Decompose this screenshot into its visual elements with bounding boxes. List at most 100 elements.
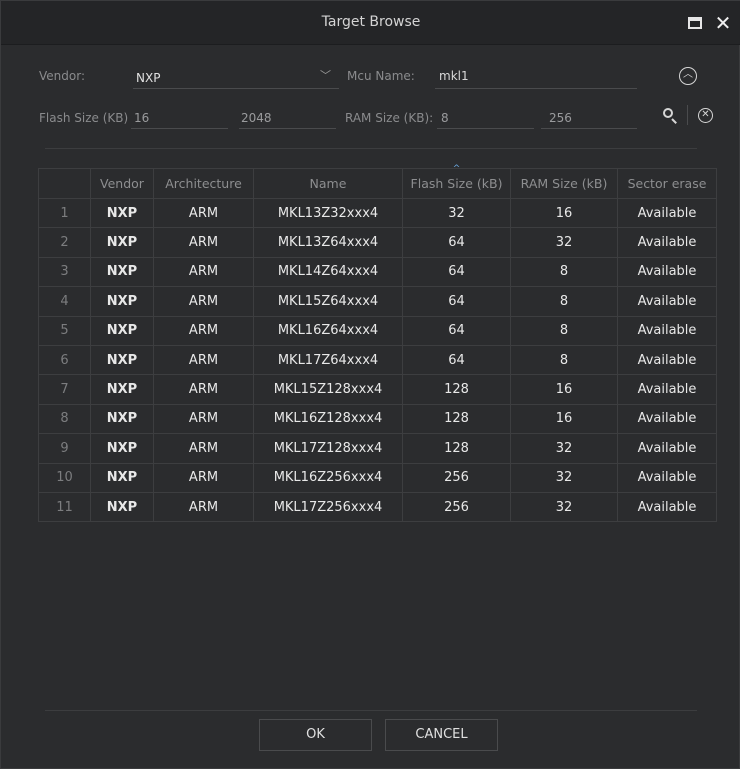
header-flash-size[interactable]: ^ Flash Size (kB) bbox=[402, 164, 511, 199]
cell-flash-size: 128 bbox=[402, 433, 511, 464]
target-table: Vendor Architecture Name ^ Flash Size (kB… bbox=[38, 164, 717, 523]
cell-architecture: ARM bbox=[153, 491, 254, 523]
cell-sector-erase: Available bbox=[617, 403, 717, 435]
mcu-name-label: Mcu Name: bbox=[347, 69, 415, 83]
cell-vendor: NXP bbox=[90, 344, 154, 376]
header-name[interactable]: Name bbox=[253, 168, 403, 199]
ok-button[interactable]: OK bbox=[259, 719, 372, 751]
cell-index: 5 bbox=[38, 315, 91, 346]
cell-name: MKL16Z64xxx4 bbox=[253, 315, 403, 346]
cell-ram-size: 16 bbox=[510, 403, 618, 435]
header-ram-size[interactable]: RAM Size (kB) bbox=[510, 168, 618, 199]
maximize-icon[interactable] bbox=[688, 17, 702, 29]
cell-architecture: ARM bbox=[153, 462, 254, 493]
cell-flash-size: 32 bbox=[402, 197, 511, 229]
cell-name: MKL17Z64xxx4 bbox=[253, 344, 403, 376]
cell-ram-size: 16 bbox=[510, 374, 618, 405]
ram-min-underline bbox=[437, 128, 534, 129]
footer-divider bbox=[45, 710, 697, 711]
cell-architecture: ARM bbox=[153, 433, 254, 464]
cell-index: 9 bbox=[38, 433, 91, 464]
cell-sector-erase: Available bbox=[617, 227, 717, 258]
cell-index: 8 bbox=[38, 403, 91, 435]
flash-max-input[interactable]: 2048 bbox=[241, 111, 272, 125]
cell-name: MKL15Z128xxx4 bbox=[253, 374, 403, 405]
cell-ram-size: 32 bbox=[510, 433, 618, 464]
table-row[interactable]: 8 NXP ARM MKL16Z128xxx4 128 16 Available bbox=[38, 403, 717, 435]
search-lens bbox=[663, 108, 673, 118]
table-row[interactable]: 11 NXP ARM MKL17Z256xxx4 256 32 Available bbox=[38, 491, 717, 523]
cell-architecture: ARM bbox=[153, 315, 254, 346]
header-sector-erase[interactable]: Sector erase bbox=[617, 168, 717, 199]
cell-flash-size: 128 bbox=[402, 403, 511, 435]
header-vendor[interactable]: Vendor bbox=[90, 168, 154, 199]
table-row[interactable]: 7 NXP ARM MKL15Z128xxx4 128 16 Available bbox=[38, 374, 717, 405]
table-row[interactable]: 5 NXP ARM MKL16Z64xxx4 64 8 Available bbox=[38, 315, 717, 346]
flash-size-label: Flash Size (KB) bbox=[39, 111, 129, 125]
header-index[interactable] bbox=[38, 168, 91, 199]
ram-max-underline bbox=[541, 128, 637, 129]
cell-name: MKL15Z64xxx4 bbox=[253, 286, 403, 317]
target-browse-dialog: Target Browse ✕ Vendor: NXP ﹀ Mcu Name: … bbox=[0, 0, 740, 769]
cell-ram-size: 8 bbox=[510, 256, 618, 288]
cell-flash-size: 256 bbox=[402, 462, 511, 493]
table-row[interactable]: 2 NXP ARM MKL13Z64xxx4 64 32 Available bbox=[38, 227, 717, 258]
sort-ascending-icon: ^ bbox=[452, 164, 461, 174]
table-body: 1 NXP ARM MKL13Z32xxx4 32 16 Available 2 NXP ARM M… bbox=[38, 197, 717, 523]
cell-architecture: ARM bbox=[153, 227, 254, 258]
cell-sector-erase: Available bbox=[617, 433, 717, 464]
cell-ram-size: 16 bbox=[510, 197, 618, 229]
cell-ram-size: 8 bbox=[510, 286, 618, 317]
cell-vendor: NXP bbox=[90, 227, 154, 258]
cell-architecture: ARM bbox=[153, 256, 254, 288]
cell-flash-size: 128 bbox=[402, 374, 511, 405]
flash-min-input[interactable]: 16 bbox=[134, 111, 149, 125]
cell-flash-size: 64 bbox=[402, 227, 511, 258]
ram-max-input[interactable]: 256 bbox=[549, 111, 572, 125]
cell-sector-erase: Available bbox=[617, 491, 717, 523]
table-row[interactable]: 1 NXP ARM MKL13Z32xxx4 32 16 Available bbox=[38, 197, 717, 229]
cell-vendor: NXP bbox=[90, 491, 154, 523]
cell-architecture: ARM bbox=[153, 374, 254, 405]
table-row[interactable]: 9 NXP ARM MKL17Z128xxx4 128 32 Available bbox=[38, 433, 717, 464]
cell-vendor: NXP bbox=[90, 256, 154, 288]
vendor-underline bbox=[133, 88, 339, 89]
table-row[interactable]: 6 NXP ARM MKL17Z64xxx4 64 8 Available bbox=[38, 344, 717, 376]
cell-ram-size: 8 bbox=[510, 344, 618, 376]
search-handle bbox=[671, 118, 677, 124]
cell-vendor: NXP bbox=[90, 433, 154, 464]
vendor-label: Vendor: bbox=[39, 69, 85, 83]
cell-sector-erase: Available bbox=[617, 374, 717, 405]
title-bar: Target Browse ✕ bbox=[1, 1, 740, 45]
filter-divider bbox=[45, 148, 697, 149]
cell-index: 7 bbox=[38, 374, 91, 405]
mcu-name-input[interactable]: mkl1 bbox=[439, 69, 469, 83]
cell-name: MKL13Z32xxx4 bbox=[253, 197, 403, 229]
cell-architecture: ARM bbox=[153, 286, 254, 317]
cell-vendor: NXP bbox=[90, 315, 154, 346]
cell-sector-erase: Available bbox=[617, 315, 717, 346]
flash-min-underline bbox=[131, 128, 228, 129]
cell-vendor: NXP bbox=[90, 403, 154, 435]
header-architecture[interactable]: Architecture bbox=[153, 168, 254, 199]
close-icon[interactable]: ✕ bbox=[711, 10, 735, 36]
cell-sector-erase: Available bbox=[617, 462, 717, 493]
cell-name: MKL16Z256xxx4 bbox=[253, 462, 403, 493]
cell-flash-size: 64 bbox=[402, 286, 511, 317]
ram-min-input[interactable]: 8 bbox=[441, 111, 449, 125]
cancel-button[interactable]: CANCEL bbox=[385, 719, 498, 751]
cell-architecture: ARM bbox=[153, 197, 254, 229]
clear-circle-icon[interactable]: ✕ bbox=[698, 108, 713, 123]
mcu-name-underline bbox=[435, 88, 637, 89]
cell-sector-erase: Available bbox=[617, 286, 717, 317]
search-icon[interactable] bbox=[661, 107, 679, 125]
cell-index: 2 bbox=[38, 227, 91, 258]
cell-index: 1 bbox=[38, 197, 91, 229]
table-row[interactable]: 10 NXP ARM MKL16Z256xxx4 256 32 Available bbox=[38, 462, 717, 493]
cell-sector-erase: Available bbox=[617, 344, 717, 376]
header-flash-size-label: Flash Size (kB) bbox=[410, 176, 503, 191]
table-row[interactable]: 4 NXP ARM MKL15Z64xxx4 64 8 Available bbox=[38, 286, 717, 317]
chevron-up-circle-icon[interactable]: ︿ bbox=[679, 67, 697, 85]
table-row[interactable]: 3 NXP ARM MKL14Z64xxx4 64 8 Available bbox=[38, 256, 717, 288]
vendor-select[interactable]: NXP ﹀ bbox=[136, 67, 336, 87]
